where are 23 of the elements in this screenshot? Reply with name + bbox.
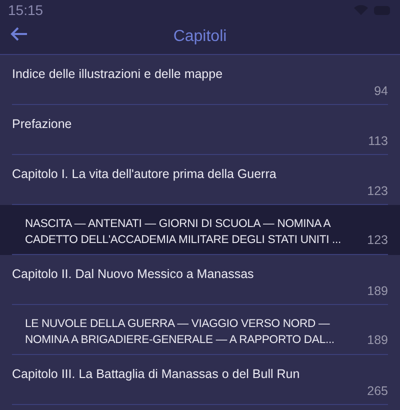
page-number: 123 [367, 233, 388, 247]
page-number: 113 [368, 134, 388, 148]
chapter-item[interactable]: Capitolo II. Dal Nuovo Messico a Manassas 189 [0, 255, 400, 305]
chapter-title: Capitolo III. La Battaglia di Manassas o del Bull Run [12, 366, 301, 382]
chapter-item[interactable]: NASCITA — ANTENATI — GIORNI DI SCUOLA — NOMINA A CADETTO DELL'ACCADEMIA MILITARE DEGLI STATI UNITI ... 123 [0, 205, 400, 255]
page-number: 123 [367, 184, 388, 198]
chapter-title: Capitolo II. Dal Nuovo Messico a Manassas [12, 266, 255, 282]
page-number: 189 [367, 333, 388, 347]
chapter-item[interactable]: Indice delle illustrazioni e delle mappe 94 [0, 55, 400, 105]
chapter-item[interactable]: LE NUVOLE DELLA GUERRA — VIAGGIO VERSO NORD — NOMINA A BRIGADIERE-GENERALE — A RAPPORTO DAL... 189 [0, 305, 400, 355]
page-number: 189 [367, 284, 388, 298]
chapter-title: Capitolo I. La vita dell'autore prima della Guerra [12, 166, 278, 182]
chapter-item[interactable]: Capitolo I. La vita dell'autore prima della Guerra 123 [0, 155, 400, 205]
status-time: 15:15 [8, 2, 44, 18]
page-number: 94 [374, 84, 388, 98]
chapter-summary: NASCITA — ANTENATI — GIORNI DI SCUOLA — NOMINA A CADETTO DELL'ACCADEMIA MILITARE DEGLI STATI UNITI ... [25, 217, 342, 248]
chapter-title: Indice delle illustrazioni e delle mappe [12, 66, 224, 82]
chapter-summary: LE NUVOLE DELLA GUERRA — VIAGGIO VERSO NORD — NOMINA A BRIGADIERE-GENERALE — A RAPPORTO DAL... [25, 317, 336, 348]
page-number: 265 [367, 384, 388, 398]
chapter-title: Prefazione [12, 116, 73, 132]
screen-title: Capitoli [173, 28, 227, 46]
chapter-item[interactable]: Prefazione 113 [0, 105, 400, 155]
chapter-item[interactable]: Capitolo III. La Battaglia di Manassas o del Bull Run 265 [0, 355, 400, 405]
